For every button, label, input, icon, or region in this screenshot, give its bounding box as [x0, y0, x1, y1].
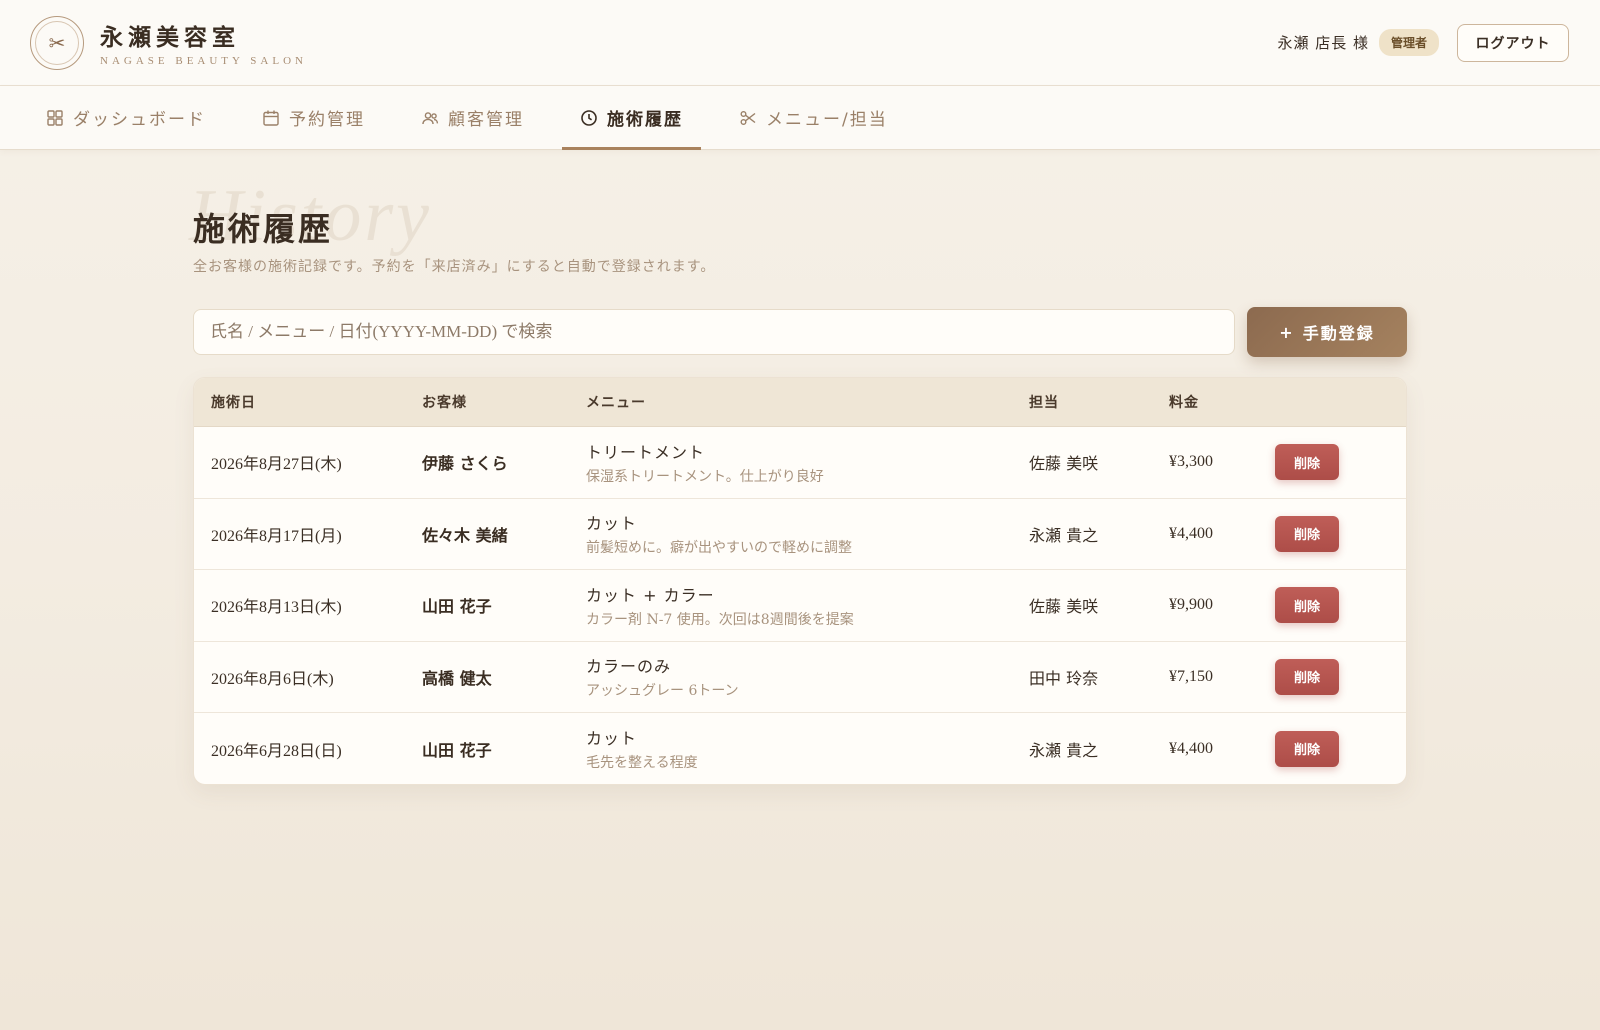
row-price: ¥9,900: [1169, 596, 1213, 614]
search-input[interactable]: [193, 309, 1235, 355]
row-menu-name: カット: [586, 729, 638, 749]
tab-customers[interactable]: 顧客管理: [403, 86, 542, 149]
row-menu-note: 前髪短めに。癖が出やすいので軽めに調整: [586, 540, 852, 557]
header-staff: 担当: [1029, 395, 1059, 411]
row-actions: 削除: [1275, 658, 1375, 695]
tab-menu-staff[interactable]: メニュー/担当: [721, 86, 906, 149]
row-date: 2026年6月28日(日): [211, 742, 342, 760]
table-row: 2026年8月6日(木) 高橋 健太 カラーのみ アッシュグレー 6トーン 田中…: [194, 642, 1406, 713]
row-price: ¥4,400: [1169, 524, 1213, 542]
row-menu: カット 前髪短めに。癖が出やすいので軽めに調整: [586, 510, 1029, 557]
header-date: 施術日: [211, 395, 256, 411]
tab-dashboard-label: ダッシュボード: [73, 110, 206, 130]
manual-register-label: 手動登録: [1302, 324, 1375, 343]
row-staff: 佐藤 美咲: [1029, 454, 1099, 474]
row-menu: カラーのみ アッシュグレー 6トーン: [586, 653, 1029, 700]
tab-dashboard[interactable]: ダッシュボード: [28, 86, 224, 149]
tab-reservations-label: 予約管理: [289, 110, 365, 130]
delete-button[interactable]: 削除: [1275, 444, 1339, 481]
tab-reservations[interactable]: 予約管理: [244, 86, 383, 149]
users-icon: [421, 109, 439, 127]
table-row: 2026年6月28日(日) 山田 花子 カット 毛先を整える程度 永瀬 貴之 ¥…: [194, 713, 1406, 784]
header-customer: お客様: [422, 395, 467, 411]
delete-button[interactable]: 削除: [1275, 658, 1339, 695]
delete-button[interactable]: 削除: [1275, 587, 1339, 624]
row-customer: 山田 花子: [422, 740, 492, 760]
clock-icon: [580, 109, 598, 127]
row-staff: 永瀬 貴之: [1029, 525, 1099, 545]
row-price: ¥7,150: [1169, 667, 1213, 685]
salon-logo: ✂: [30, 15, 84, 70]
app-header: ✂ 永瀬美容室 NAGASE BEAUTY SALON 永瀬 店長 様 管理者 …: [0, 0, 1600, 86]
row-actions: 削除: [1275, 730, 1375, 767]
row-date: 2026年8月17日(月): [211, 527, 342, 545]
tab-history-label: 施術履歴: [607, 110, 683, 130]
row-menu-name: カラーのみ: [586, 657, 672, 677]
row-menu-name: トリートメント: [586, 442, 706, 462]
role-badge: 管理者: [1378, 29, 1439, 56]
row-price: ¥4,400: [1169, 739, 1213, 757]
user-name: 永瀬 店長 様: [1277, 34, 1369, 52]
row-menu: カット 毛先を整える程度: [586, 725, 1029, 772]
delete-button[interactable]: 削除: [1275, 515, 1339, 552]
table-row: 2026年8月17日(月) 佐々木 美緒 カット 前髪短めに。癖が出やすいので軽…: [194, 499, 1406, 570]
table-row: 2026年8月13日(木) 山田 花子 カット + カラー カラー剤 N-7 使…: [194, 570, 1406, 642]
brand-name: 永瀬美容室: [100, 24, 240, 51]
table-header: 施術日 お客様 メニュー 担当 料金: [194, 378, 1406, 427]
brand-subtitle: NAGASE BEAUTY SALON: [100, 55, 307, 67]
manual-register-button[interactable]: + 手動登録: [1247, 307, 1407, 357]
history-table: 施術日 お客様 メニュー 担当 料金 2026年8月27日(木) 伊藤 さくら …: [193, 377, 1407, 785]
row-menu-name: カット + カラー: [586, 585, 715, 605]
row-menu-note: 毛先を整える程度: [586, 755, 698, 772]
row-staff: 田中 玲奈: [1029, 668, 1099, 688]
row-date: 2026年8月13日(木): [211, 599, 342, 617]
calendar-icon: [262, 109, 280, 127]
row-customer: 伊藤 さくら: [422, 454, 508, 474]
row-menu-note: アッシュグレー 6トーン: [586, 683, 739, 700]
dashboard-icon: [46, 109, 64, 127]
plus-icon: +: [1279, 322, 1295, 342]
row-menu: トリートメント 保湿系トリートメント。仕上がり良好: [586, 439, 1029, 486]
header-menu: メニュー: [586, 395, 646, 411]
row-customer: 高橋 健太: [422, 668, 492, 688]
page-title: 施術履歴: [193, 210, 334, 248]
delete-button[interactable]: 削除: [1275, 730, 1339, 767]
tab-customers-label: 顧客管理: [448, 110, 524, 130]
row-staff: 永瀬 貴之: [1029, 740, 1099, 760]
row-customer: 佐々木 美緒: [422, 525, 508, 545]
brand-text: 永瀬美容室 NAGASE BEAUTY SALON: [100, 18, 307, 67]
tab-menu-staff-label: メニュー/担当: [766, 110, 888, 130]
row-staff: 佐藤 美咲: [1029, 597, 1099, 617]
row-date: 2026年8月6日(木): [211, 670, 334, 688]
scissors-icon: [739, 109, 757, 127]
row-menu-note: カラー剤 N-7 使用。次回は8週間後を提案: [586, 611, 854, 628]
row-menu-note: 保湿系トリートメント。仕上がり良好: [586, 468, 824, 485]
table-row: 2026年8月27日(木) 伊藤 さくら トリートメント 保湿系トリートメント。…: [194, 427, 1406, 499]
row-actions: 削除: [1275, 515, 1375, 552]
row-actions: 削除: [1275, 587, 1375, 624]
row-menu: カット + カラー カラー剤 N-7 使用。次回は8週間後を提案: [586, 582, 1029, 629]
scissors-logo-icon: ✂: [48, 30, 66, 55]
logout-button[interactable]: ログアウト: [1457, 23, 1569, 62]
row-date: 2026年8月27日(木): [211, 456, 342, 474]
tab-history[interactable]: 施術履歴: [562, 86, 701, 150]
main-nav: ダッシュボード 予約管理 顧客管理 施術履歴 メニュー/担当: [0, 86, 1600, 150]
row-customer: 山田 花子: [422, 597, 492, 617]
brand[interactable]: ✂ 永瀬美容室 NAGASE BEAUTY SALON: [30, 15, 307, 70]
header-price: 料金: [1169, 395, 1199, 411]
user-area: 永瀬 店長 様 管理者 ログアウト: [1277, 23, 1569, 62]
row-price: ¥3,300: [1169, 453, 1213, 471]
page-description: 全お客様の施術記録です。予約を「来店済み」にすると自動で登録されます。: [193, 259, 716, 275]
row-actions: 削除: [1275, 444, 1375, 481]
row-menu-name: カット: [586, 514, 638, 534]
